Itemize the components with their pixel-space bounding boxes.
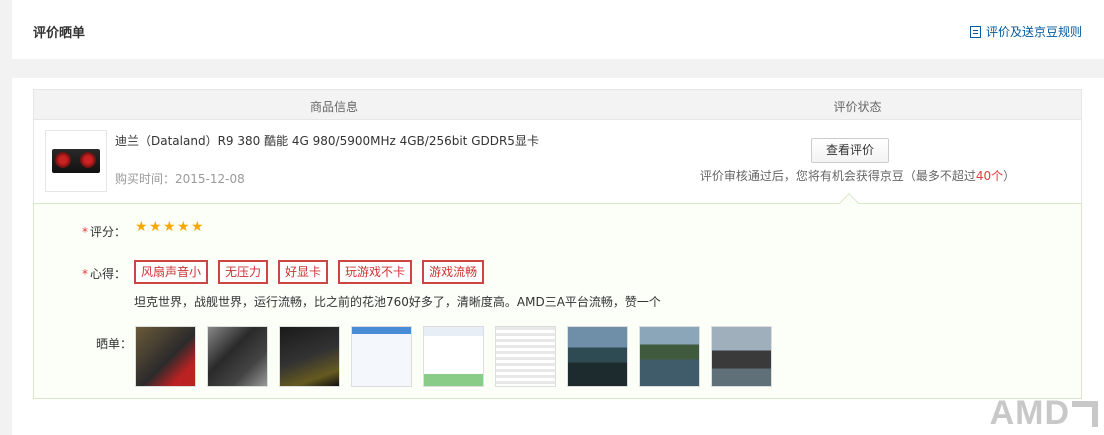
experience-label-text: 心得：	[90, 267, 127, 281]
rules-link[interactable]: 评价及送京豆规则	[969, 23, 1082, 40]
review-photo[interactable]	[639, 326, 700, 387]
amd-logo-text: AMD	[989, 394, 1070, 432]
review-photo[interactable]	[351, 326, 412, 387]
status-note-prefix: 评价审核通过后，您将有机会获得京豆（最多不超过	[699, 169, 976, 183]
star-icon[interactable]: ★	[149, 220, 163, 234]
review-photos	[135, 326, 783, 387]
tag-fan-quiet[interactable]: 风扇声音小	[134, 260, 209, 284]
score-label: * 评分：	[82, 223, 126, 240]
experience-tags: 风扇声音小 无压力 好显卡 玩游戏不卡 游戏流畅	[134, 260, 494, 284]
page-title: 评价晒单	[33, 26, 86, 41]
status-note-highlight: 40个	[975, 169, 1004, 183]
tag-good-card[interactable]: 好显卡	[278, 260, 329, 284]
star-icon[interactable]: ★	[191, 220, 205, 234]
view-review-button[interactable]: 查看评价	[811, 138, 889, 163]
document-icon	[969, 25, 981, 38]
score-label-text: 评分：	[90, 225, 127, 239]
review-photo[interactable]	[711, 326, 772, 387]
required-marker: *	[82, 225, 88, 239]
review-comment: 坦克世界，战舰世界，运行流畅，比之前的花池760好多了，清晰度高。AMD三A平台…	[134, 295, 661, 309]
review-main-card: 商品信息 评价状态 迪兰（Dataland）R9 380 酷能 4G 980/5…	[12, 78, 1104, 435]
tag-no-lag[interactable]: 玩游戏不卡	[338, 260, 413, 284]
review-status-note: 评价审核通过后，您将有机会获得京豆（最多不超过40个）	[634, 167, 1081, 184]
star-icon[interactable]: ★	[177, 220, 191, 234]
review-header-card: 评价晒单 评价及送京豆规则	[12, 0, 1104, 59]
review-photo[interactable]	[135, 326, 196, 387]
rules-link-label: 评价及送京豆规则	[985, 25, 1082, 39]
pics-label: 晒单：	[96, 337, 133, 351]
graphics-card-image	[52, 149, 100, 173]
review-photo[interactable]	[495, 326, 556, 387]
product-name[interactable]: 迪兰（Dataland）R9 380 酷能 4G 980/5900MHz 4GB…	[115, 132, 539, 149]
review-photo[interactable]	[207, 326, 268, 387]
star-rating: ★ ★ ★ ★ ★	[135, 220, 205, 234]
review-detail-panel: * 评分： ★ ★ ★ ★ ★ * 心得： 风扇声音小 无压力 好显卡 玩游戏不卡 游戏流畅…	[33, 193, 1082, 399]
star-icon[interactable]: ★	[163, 220, 177, 234]
product-thumbnail[interactable]	[45, 130, 107, 192]
table-header: 商品信息 评价状态	[33, 89, 1082, 120]
column-header-product-info: 商品信息	[309, 100, 358, 114]
status-note-suffix: ）	[1003, 169, 1016, 183]
tag-smooth-gaming[interactable]: 游戏流畅	[422, 260, 485, 284]
star-icon[interactable]: ★	[135, 220, 149, 234]
product-row: 迪兰（Dataland）R9 380 酷能 4G 980/5900MHz 4GB…	[33, 120, 1082, 203]
review-photo[interactable]	[567, 326, 628, 387]
tag-no-pressure[interactable]: 无压力	[218, 260, 269, 284]
required-marker: *	[82, 267, 88, 281]
column-header-review-status: 评价状态	[833, 100, 882, 114]
amd-watermark-logo: AMD	[990, 394, 1098, 433]
amd-arrow-icon	[1072, 400, 1098, 427]
purchase-date: 购买时间：2015-12-08	[115, 172, 245, 186]
review-photo[interactable]	[279, 326, 340, 387]
experience-label: * 心得：	[82, 265, 126, 282]
review-photo[interactable]	[423, 326, 484, 387]
